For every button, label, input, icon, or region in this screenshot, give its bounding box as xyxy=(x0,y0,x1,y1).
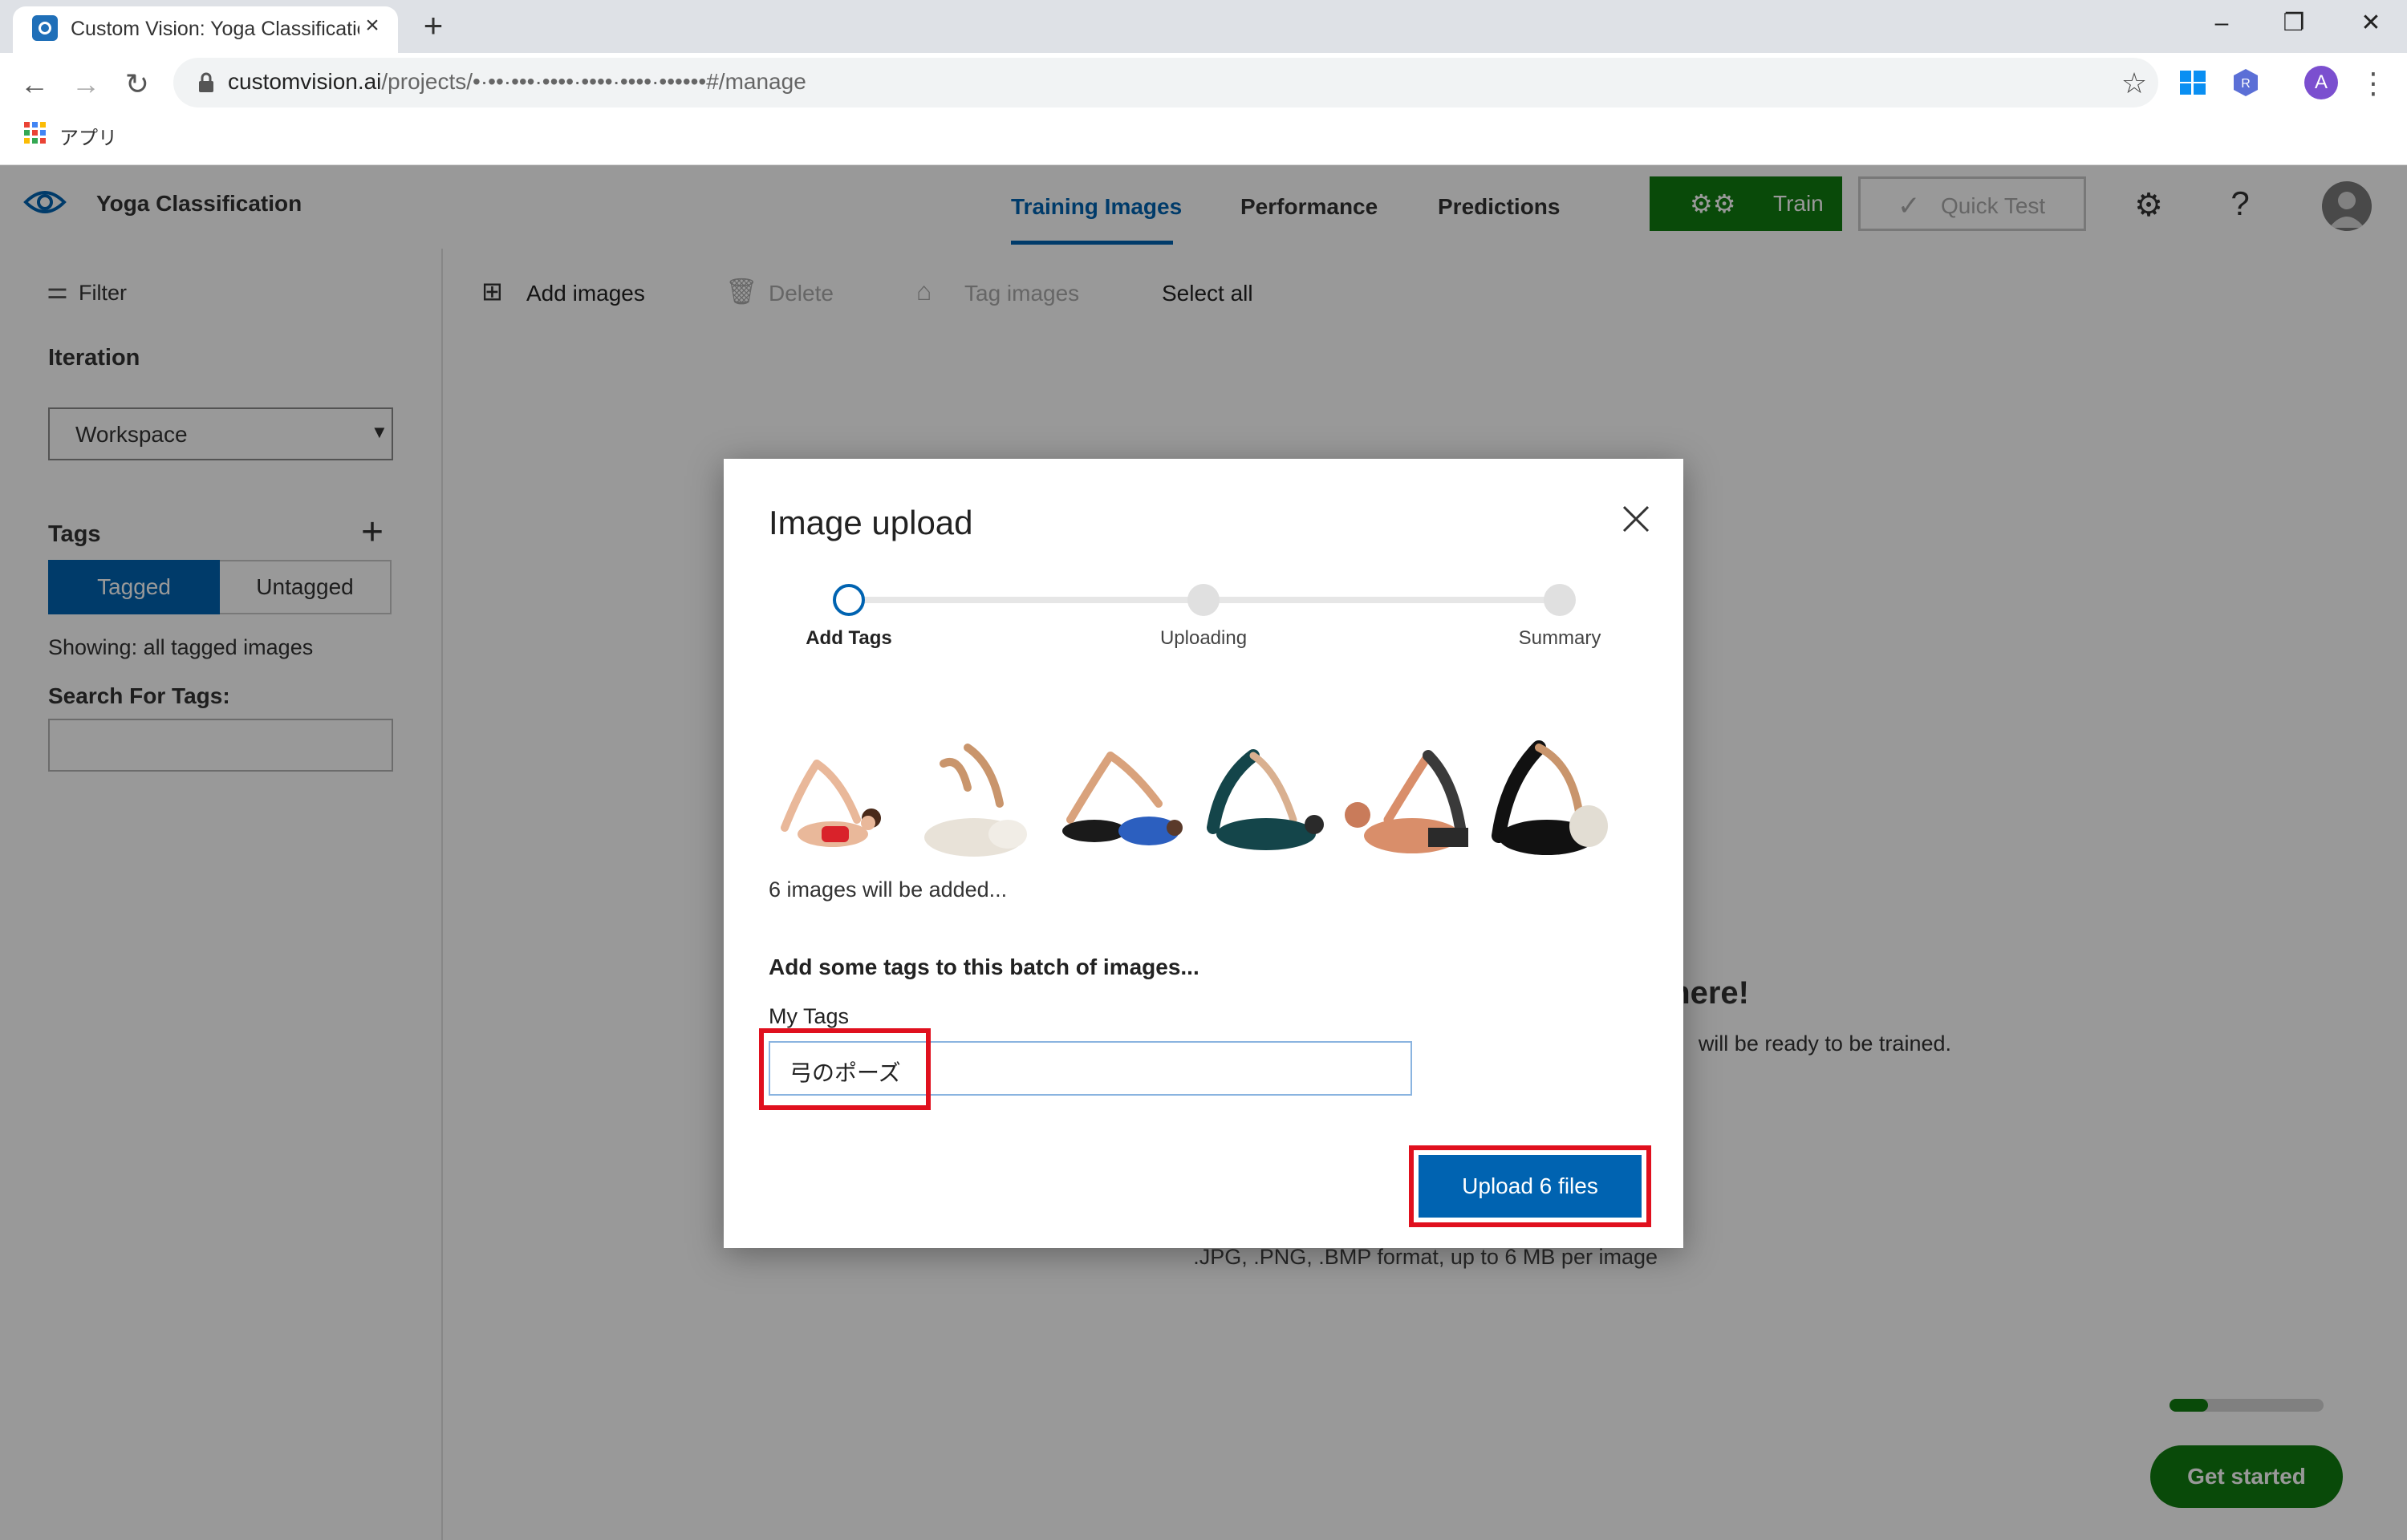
image-upload-dialog: Image upload Add Tags Uploading Summary xyxy=(724,459,1683,1248)
lock-icon xyxy=(199,72,213,92)
restore-window-button[interactable]: ❐ xyxy=(2258,0,2330,48)
step-summary-indicator xyxy=(1544,584,1576,616)
step-add-tags-indicator xyxy=(833,584,865,616)
browser-tab[interactable]: Custom Vision: Yoga Classification × xyxy=(13,6,398,53)
image-thumbnail xyxy=(924,744,1027,857)
windows-extension-icon[interactable] xyxy=(2179,69,2206,96)
reload-icon[interactable]: ↻ xyxy=(116,63,159,106)
browser-menu-icon[interactable]: ⋮ xyxy=(2359,64,2388,103)
step-uploading-label: Uploading xyxy=(1159,627,1248,649)
images-count-text: 6 images will be added... xyxy=(769,877,1008,902)
close-icon[interactable] xyxy=(1616,499,1656,539)
upload-files-button[interactable]: Upload 6 files xyxy=(1419,1155,1642,1218)
back-arrow-icon[interactable]: ← xyxy=(13,63,56,106)
custom-vision-favicon-icon xyxy=(32,15,58,41)
my-tags-label: My Tags xyxy=(769,1004,850,1028)
apps-grid-icon[interactable] xyxy=(24,122,47,144)
url-path: /projects/ xyxy=(381,69,473,94)
url-host: customvision.ai xyxy=(228,69,382,94)
url-suffix: #/manage xyxy=(706,69,806,94)
tag-annotation-highlight xyxy=(759,1028,931,1110)
image-thumbnail xyxy=(1207,749,1324,850)
forward-arrow-icon[interactable]: → xyxy=(64,63,108,106)
step-summary-label: Summary xyxy=(1518,627,1601,649)
close-window-button[interactable]: ✕ xyxy=(2335,0,2407,48)
new-tab-button[interactable]: + xyxy=(414,8,453,47)
close-tab-icon[interactable]: × xyxy=(356,10,388,42)
step-add-tags-label: Add Tags xyxy=(806,627,892,649)
minimize-window-button[interactable]: – xyxy=(2186,0,2258,48)
bookmark-apps-label[interactable]: アプリ xyxy=(59,122,117,150)
url-masked-id: •·••·•••·••••·••••·••••·•••••• xyxy=(473,69,707,94)
image-thumbnail xyxy=(1345,750,1468,853)
profile-avatar[interactable]: A xyxy=(2304,66,2338,99)
browser-tab-title: Custom Vision: Yoga Classification xyxy=(71,18,359,40)
image-thumbnail xyxy=(781,760,881,847)
url-text[interactable]: customvision.ai/projects/•·••·•••·••••·•… xyxy=(228,69,806,95)
step-uploading-indicator xyxy=(1187,584,1220,616)
add-tags-heading: Add some tags to this batch of images... xyxy=(769,954,1199,979)
bookmark-star-icon[interactable]: ☆ xyxy=(2115,64,2153,103)
image-thumbnail xyxy=(1062,752,1183,845)
r-extension-icon[interactable]: R xyxy=(2230,67,2261,98)
svg-text:R: R xyxy=(2241,77,2251,91)
image-thumbnail xyxy=(1492,740,1608,855)
dialog-title: Image upload xyxy=(769,504,973,541)
